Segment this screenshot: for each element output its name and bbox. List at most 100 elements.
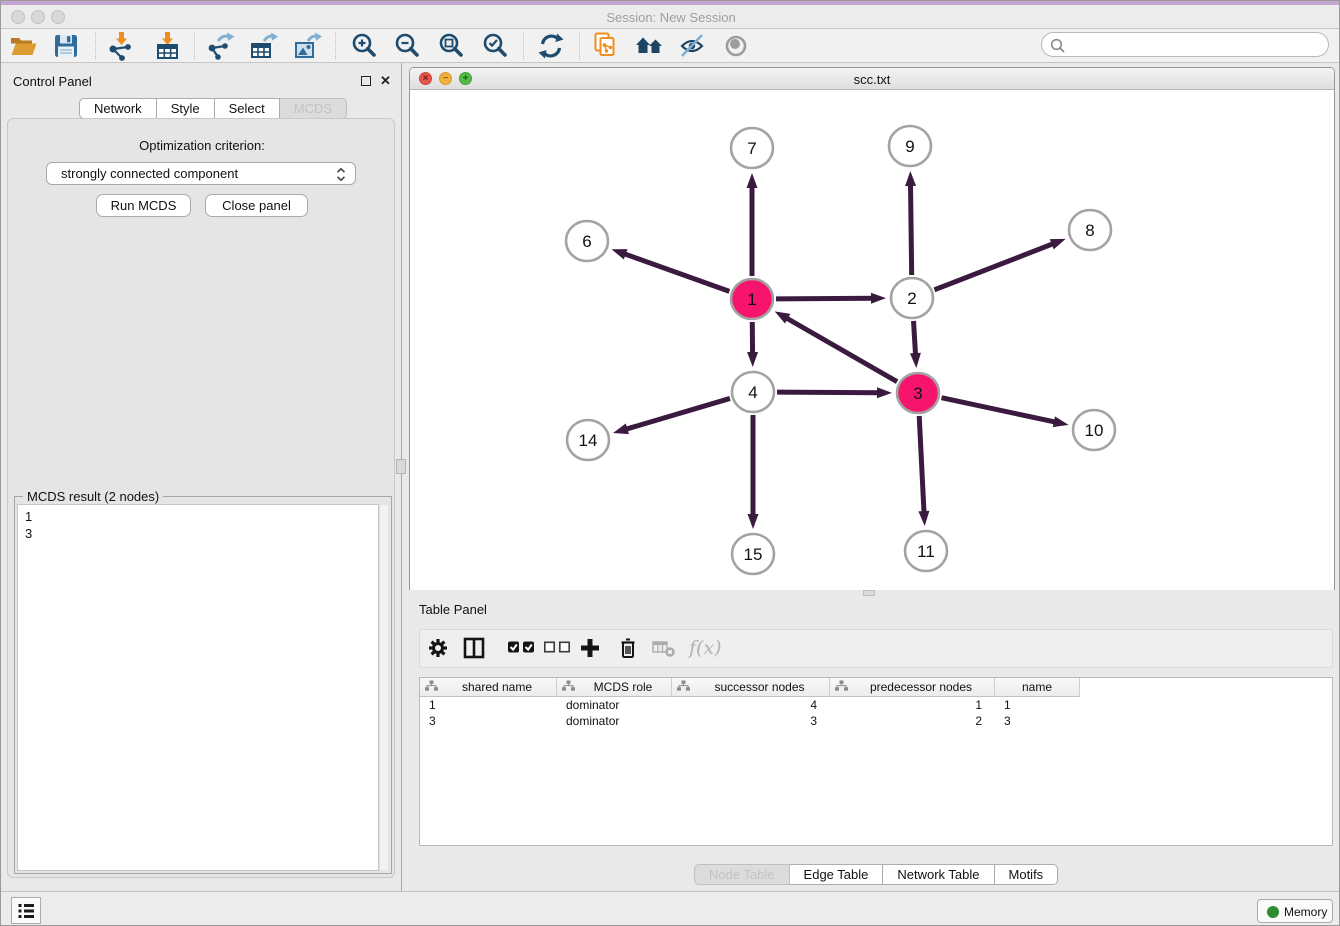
graph-edge-arrowhead [918, 511, 929, 526]
criterion-select[interactable]: strongly connected component [46, 162, 356, 185]
column-header-predecessor-nodes[interactable]: predecessor nodes [830, 678, 995, 697]
add-column-icon[interactable] [579, 637, 601, 664]
float-panel-icon[interactable] [361, 76, 371, 86]
graph-edge-2-9[interactable] [910, 182, 911, 275]
table-cell[interactable]: 1 [420, 697, 557, 713]
network-window-titlebar[interactable]: × − + scc.txt [410, 68, 1334, 90]
toolbar-separator [523, 32, 524, 59]
graph-edge-2-8[interactable] [934, 243, 1055, 290]
node-table: shared nameMCDS rolesuccessor nodes prede… [419, 677, 1333, 846]
columns-icon[interactable] [463, 637, 485, 664]
tab-network[interactable]: Network [79, 98, 157, 119]
zoom-in-icon[interactable] [349, 31, 379, 61]
graph-edge-arrowhead [1050, 239, 1066, 249]
graph-node-label-4: 4 [748, 383, 757, 402]
table-cell[interactable]: 3 [995, 713, 1080, 729]
memory-status-icon [1267, 906, 1279, 918]
close-panel-icon[interactable]: ✕ [380, 75, 391, 87]
zoom-selected-icon[interactable] [480, 31, 510, 61]
memory-button[interactable]: Memory [1257, 899, 1333, 923]
tab-style[interactable]: Style [157, 98, 215, 119]
function-builder-icon[interactable]: f(x) [688, 636, 724, 665]
export-table-icon[interactable] [248, 31, 278, 61]
show-all-icon[interactable] [722, 31, 752, 61]
task-history-button[interactable] [11, 897, 41, 924]
table-row-1[interactable]: 1dominator411 [420, 697, 1080, 713]
export-network-icon[interactable] [205, 31, 235, 61]
graph-edge-4-14[interactable] [624, 398, 730, 430]
tab-network-table[interactable]: Network Table [883, 864, 994, 885]
column-header-MCDS-role[interactable]: MCDS role [557, 678, 672, 697]
save-session-icon[interactable] [51, 31, 81, 61]
hide-selected-icon[interactable] [678, 31, 708, 61]
table-cell[interactable]: 3 [420, 713, 557, 729]
graph-edge-1-2[interactable] [776, 298, 875, 299]
zoom-fit-icon[interactable] [436, 31, 466, 61]
column-header-name[interactable]: name [995, 678, 1080, 697]
gear-icon[interactable] [427, 637, 449, 664]
table-cell[interactable]: 4 [672, 697, 830, 713]
table-cell[interactable]: 1 [995, 697, 1080, 713]
table-panel-title: Table Panel [419, 602, 487, 617]
graph-edge-3-10[interactable] [941, 398, 1057, 423]
graph-edge-arrowhead [748, 514, 759, 529]
graph-edge-1-6[interactable] [622, 253, 729, 291]
graph-edge-3-11[interactable] [919, 416, 924, 515]
list-icon [16, 901, 37, 922]
graph-edge-3-1[interactable] [784, 317, 897, 382]
graph-edge-4-3[interactable] [777, 392, 881, 393]
table-cell[interactable]: 3 [672, 713, 830, 729]
network-canvas[interactable]: 1234678910111415 [410, 90, 1334, 590]
table-cell[interactable]: 1 [830, 697, 995, 713]
import-network-icon[interactable] [106, 31, 136, 61]
criterion-value: strongly connected component [61, 166, 238, 181]
import-table-icon[interactable] [152, 31, 182, 61]
table-cell[interactable]: dominator [557, 713, 672, 729]
deselect-all-icon[interactable] [544, 639, 572, 660]
tab-motifs[interactable]: Motifs [995, 864, 1059, 885]
column-label: predecessor nodes [848, 680, 994, 694]
delete-icon[interactable] [617, 637, 639, 664]
network-graph[interactable]: 1234678910111415 [410, 90, 1334, 590]
select-all-icon[interactable] [508, 639, 536, 660]
graph-node-label-15: 15 [744, 545, 763, 564]
table-panel: Table Panel ✕ [409, 596, 1340, 889]
refresh-layout-icon[interactable] [536, 31, 566, 61]
column-header-successor-nodes[interactable]: successor nodes [672, 678, 830, 697]
graph-edge-2-3[interactable] [914, 321, 916, 357]
control-panel-header: Control Panel ✕ [1, 67, 401, 95]
table-cell[interactable]: 2 [830, 713, 995, 729]
search-field [1041, 32, 1329, 57]
chevron-up-down-icon [336, 168, 346, 181]
table-toolbar: f(x) [419, 629, 1333, 668]
table-row-3[interactable]: 3dominator323 [420, 713, 1080, 729]
table-cell[interactable]: dominator [557, 697, 672, 713]
export-image-icon[interactable] [292, 31, 322, 61]
tab-edge-table[interactable]: Edge Table [790, 864, 884, 885]
tab-mcds[interactable]: MCDS [280, 98, 347, 119]
graph-node-label-2: 2 [907, 289, 916, 308]
run-mcds-button[interactable]: Run MCDS [96, 194, 191, 217]
table-tabs: Node TableEdge TableNetwork TableMotifs [694, 864, 1058, 885]
vertical-splitter[interactable] [401, 63, 402, 891]
open-file-icon[interactable] [8, 31, 38, 61]
vertical-splitter-grip[interactable] [396, 459, 406, 474]
close-panel-button[interactable]: Close panel [205, 194, 308, 217]
result-scrollbar[interactable] [379, 505, 388, 870]
toolbar-separator [194, 32, 195, 59]
graph-node-label-7: 7 [747, 139, 756, 158]
zoom-out-icon[interactable] [392, 31, 422, 61]
new-network-from-selection-icon[interactable] [591, 31, 621, 61]
first-neighbors-icon[interactable] [634, 31, 664, 61]
search-input[interactable] [1070, 35, 1320, 54]
column-label: shared name [438, 680, 556, 694]
graph-edge-arrowhead [612, 249, 628, 259]
graph-node-label-6: 6 [582, 232, 591, 251]
delete-table-icon[interactable] [652, 640, 676, 663]
mcds-result-text[interactable]: 1 3 [17, 504, 379, 871]
tab-node-table[interactable]: Node Table [694, 864, 790, 885]
column-header-shared-name[interactable]: shared name [420, 678, 557, 697]
search-icon [1050, 38, 1066, 54]
tab-select[interactable]: Select [215, 98, 280, 119]
graph-node-label-1: 1 [747, 290, 756, 309]
